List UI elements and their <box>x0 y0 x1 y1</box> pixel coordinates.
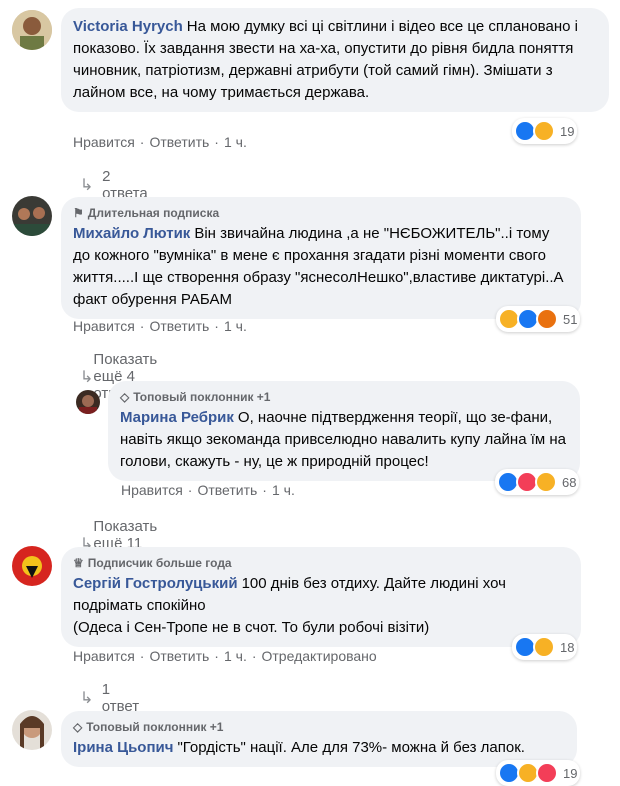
badge: ◇ Топовый поклонник +1 <box>120 389 568 405</box>
comment-time[interactable]: 1 ч. <box>224 648 247 664</box>
like-button[interactable]: Нравится <box>73 134 135 150</box>
comment-actions: Нравится · Ответить · 1 ч. <box>73 134 247 150</box>
reaction-summary[interactable]: 68 <box>495 469 580 495</box>
comment-actions: Нравится · Ответить · 1 ч. · Отредактирован… <box>73 648 377 664</box>
edited-label[interactable]: Отредактировано <box>262 648 377 664</box>
comment-bubble: ◇ Топовый поклонник +1 Марина Ребрик О, н… <box>108 381 580 481</box>
diamond-icon: ◇ <box>73 720 83 734</box>
sad-reaction-icon <box>533 120 555 142</box>
reaction-summary[interactable]: 18 <box>512 634 578 660</box>
haha-reaction-icon <box>533 636 555 658</box>
like-button[interactable]: Нравится <box>121 482 183 498</box>
like-button[interactable]: Нравится <box>73 648 135 664</box>
comment-actions: Нравится · Ответить · 1 ч. <box>73 318 247 334</box>
reaction-count: 51 <box>563 311 578 327</box>
replies-label: 1 ответ <box>101 681 140 715</box>
avatar[interactable] <box>12 196 52 236</box>
comment-bubble: ♕ Подписчик больше года Сергій Гостролуц… <box>61 547 581 647</box>
badge-label: Топовый поклонник +1 <box>133 390 271 404</box>
reply-arrow-icon: ↳ <box>80 690 94 707</box>
avatar[interactable] <box>76 390 100 414</box>
comment-time[interactable]: 1 ч. <box>224 134 247 150</box>
replies-link[interactable]: ↳ 1 ответ <box>80 681 143 715</box>
reaction-count: 18 <box>560 639 575 655</box>
reply-button[interactable]: Ответить <box>149 648 209 664</box>
avatar-image <box>12 546 52 586</box>
badge-label: Топовый поклонник +1 <box>86 720 224 734</box>
badge-label: Подписчик больше года <box>87 556 232 570</box>
badge: ⚑ Длительная подписка <box>73 205 569 221</box>
diamond-icon: ◇ <box>120 390 130 404</box>
trophy-icon: ♕ <box>73 556 84 570</box>
comment-author[interactable]: Сергій Гостролуцький <box>73 575 238 592</box>
reply-button[interactable]: Ответить <box>149 134 209 150</box>
comment-author[interactable]: Ірина Цьопич <box>73 739 173 756</box>
reaction-summary[interactable]: 19 <box>496 760 581 786</box>
comment-author[interactable]: Марина Ребрик <box>120 409 234 426</box>
comment-time[interactable]: 1 ч. <box>224 318 247 334</box>
comment-bubble: Victoria Hyrych На мою думку всі ці світл… <box>61 8 609 112</box>
reaction-count: 19 <box>560 123 575 139</box>
comment-bubble: ⚑ Длительная подписка Михайло Лютик Він з… <box>61 197 581 319</box>
reply-button[interactable]: Ответить <box>197 482 257 498</box>
comment-text: "Гордість" нації. Але для 73%- можна й б… <box>177 739 525 756</box>
avatar-image <box>12 196 52 236</box>
reaction-summary[interactable]: 51 <box>496 306 581 332</box>
avatar[interactable] <box>12 710 52 750</box>
reaction-count: 19 <box>563 765 578 781</box>
avatar-image <box>12 10 52 50</box>
reply-arrow-icon: ↳ <box>80 177 94 194</box>
reaction-count: 68 <box>562 474 577 490</box>
avatar[interactable] <box>12 10 52 50</box>
comment-author[interactable]: Михайло Лютик <box>73 225 190 242</box>
avatar[interactable] <box>12 546 52 586</box>
avatar-image <box>12 710 52 750</box>
badge: ◇ Топовый поклонник +1 <box>73 719 565 735</box>
reply-button[interactable]: Ответить <box>149 318 209 334</box>
like-button[interactable]: Нравится <box>73 318 135 334</box>
badge-label: Длительная подписка <box>87 206 220 220</box>
comment-time[interactable]: 1 ч. <box>272 482 295 498</box>
comment-bubble: ◇ Топовый поклонник +1 Ірина Цьопич "Горд… <box>61 711 577 767</box>
flag-icon: ⚑ <box>73 206 84 220</box>
love-reaction-icon <box>536 762 558 784</box>
comment-actions: Нравится · Ответить · 1 ч. <box>121 482 295 498</box>
comment-author[interactable]: Victoria Hyrych <box>73 18 183 35</box>
avatar-image <box>76 390 100 414</box>
haha-reaction-icon <box>535 471 557 493</box>
badge: ♕ Подписчик больше года <box>73 555 569 571</box>
reply-arrow-icon: ↳ <box>80 368 94 386</box>
angry-reaction-icon <box>536 308 558 330</box>
reaction-summary[interactable]: 19 <box>512 118 578 144</box>
